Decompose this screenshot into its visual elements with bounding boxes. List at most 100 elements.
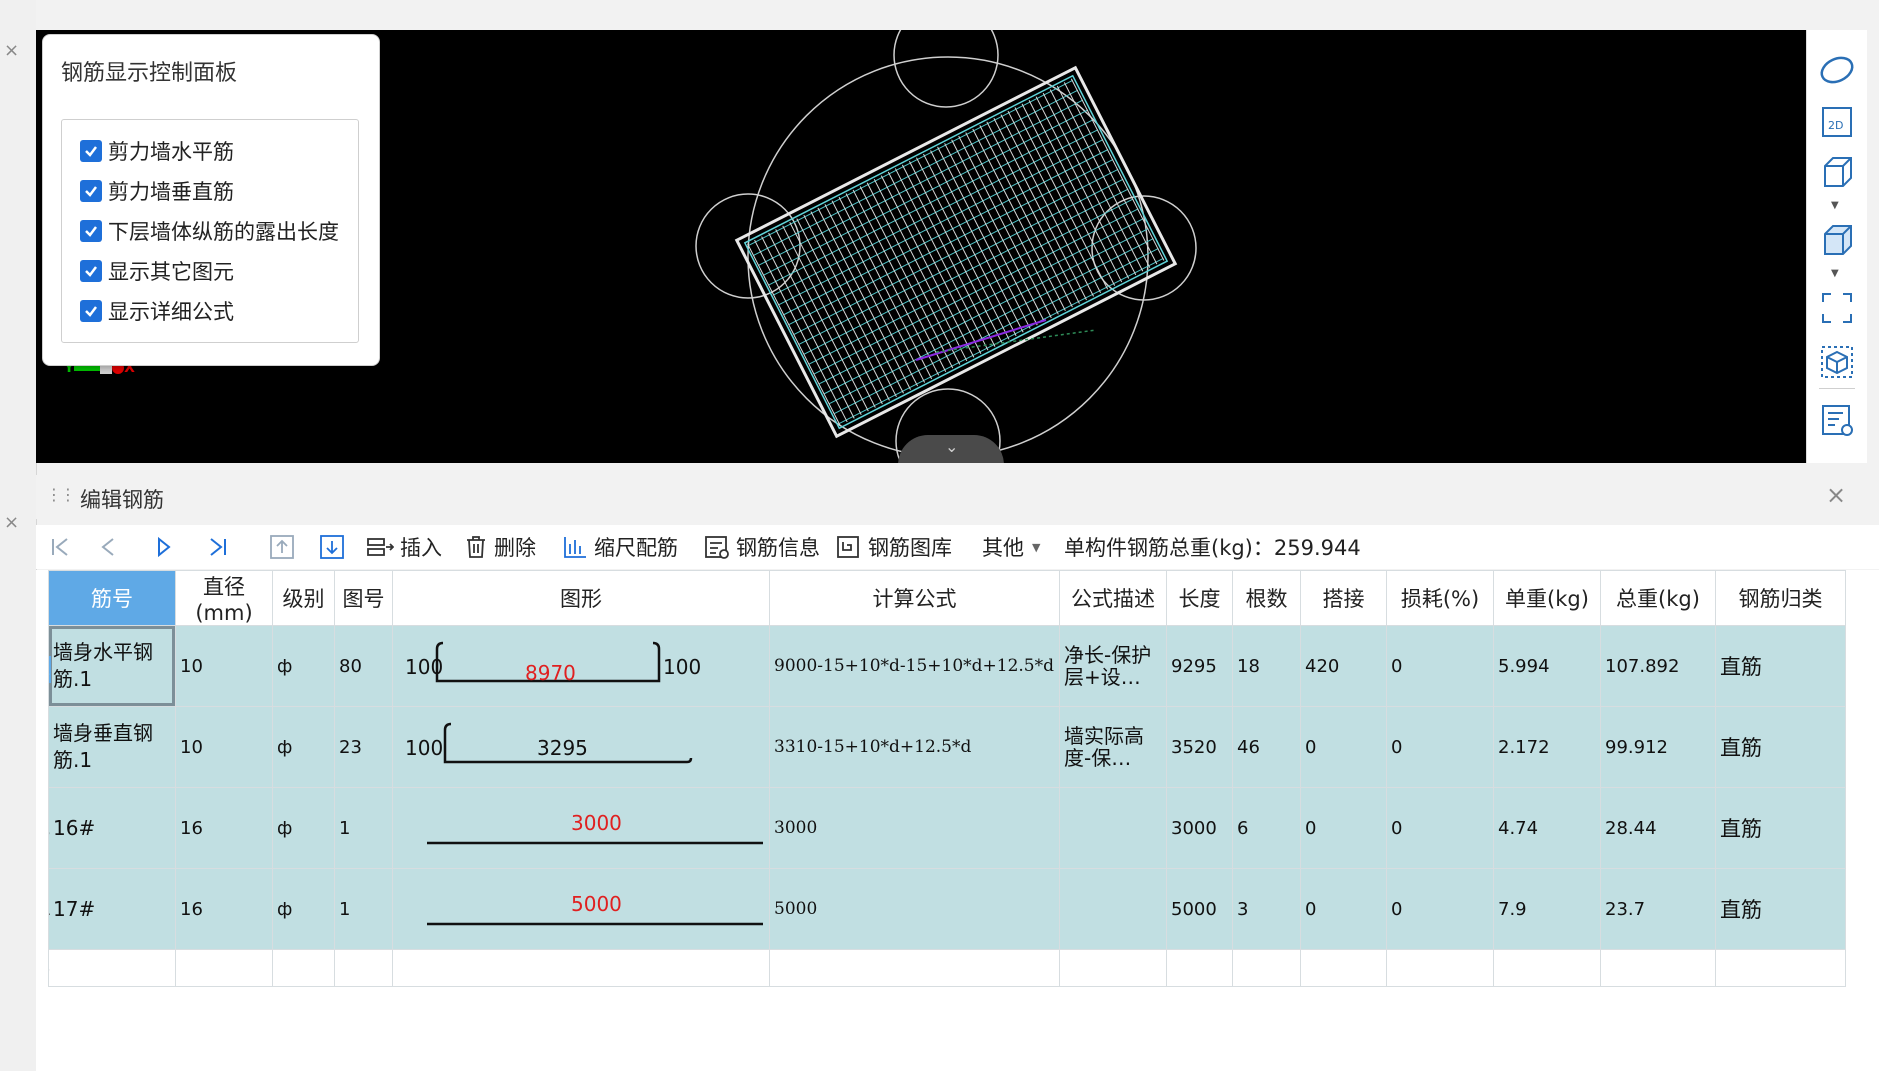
cell-rebar-name[interactable]: 5 (48, 949, 176, 987)
cell-diameter[interactable]: 10 (175, 625, 273, 707)
empty-cell[interactable] (1600, 949, 1716, 987)
cell-shape[interactable]: 5000 (392, 868, 770, 950)
cell-formula[interactable]: 3310-15+10*d+12.5*d (769, 706, 1060, 788)
empty-cell[interactable] (1715, 949, 1846, 987)
column-header[interactable]: 单重(kg) (1493, 570, 1601, 626)
move-down-button[interactable] (318, 525, 346, 569)
move-up-button[interactable] (268, 525, 296, 569)
cell-grade[interactable]: ф (272, 625, 335, 707)
cell-count[interactable]: 46 (1232, 706, 1301, 788)
cell-category[interactable]: 直筋 (1715, 787, 1846, 869)
cell-rebar-name[interactable]: 4 17# (48, 868, 176, 950)
checkbox-checked-icon[interactable] (80, 180, 102, 202)
first-record-button[interactable] (48, 525, 72, 569)
drag-handle-icon[interactable]: ⋮⋮ (46, 485, 76, 504)
column-header[interactable]: 钢筋归类 (1715, 570, 1846, 626)
cell-loss[interactable]: 0 (1386, 706, 1494, 788)
cell-diameter[interactable]: 16 (175, 868, 273, 950)
cell-rebar-name[interactable]: 3 16# (48, 787, 176, 869)
option-shear-wall-vertical[interactable]: 剪力墙垂直筋 (80, 176, 234, 206)
prev-record-button[interactable] (96, 525, 120, 569)
cell-rebar-name[interactable]: 1 墙身水平钢筋.1 (48, 625, 176, 707)
cell-shape[interactable]: 3000 (392, 787, 770, 869)
column-header[interactable]: 级别 (272, 570, 335, 626)
close-icon[interactable]: × (4, 512, 19, 533)
cell-category[interactable]: 直筋 (1715, 868, 1846, 950)
rebar-info-button[interactable]: 钢筋信息 (704, 525, 820, 569)
checkbox-checked-icon[interactable] (80, 140, 102, 162)
cell-lap[interactable]: 420 (1300, 625, 1387, 707)
cell-lap[interactable]: 0 (1300, 787, 1387, 869)
empty-cell[interactable] (334, 949, 393, 987)
cell-formula[interactable]: 9000-15+10*d-15+10*d+12.5*d (769, 625, 1060, 707)
view-3d-solid-icon[interactable] (1817, 220, 1857, 260)
cell-grade[interactable]: ф (272, 706, 335, 788)
column-header[interactable]: 总重(kg) (1600, 570, 1716, 626)
cell-category[interactable]: 直筋 (1715, 625, 1846, 707)
cell-length[interactable]: 3520 (1166, 706, 1233, 788)
column-header[interactable]: 计算公式 (769, 570, 1060, 626)
cell-grade[interactable]: ф (272, 868, 335, 950)
cell-length[interactable]: 9295 (1166, 625, 1233, 707)
empty-cell[interactable] (1493, 949, 1601, 987)
cell-figure-no[interactable]: 1 (334, 787, 393, 869)
cell-lap[interactable]: 0 (1300, 706, 1387, 788)
cell-formula-desc[interactable] (1059, 868, 1167, 950)
option-lower-wall-exposed-length[interactable]: 下层墙体纵筋的露出长度 (80, 216, 339, 246)
cell-count[interactable]: 3 (1232, 868, 1301, 950)
empty-cell[interactable] (1300, 949, 1387, 987)
table-row[interactable]: 1 墙身水平钢筋.1 10 ф 80 100 8970 100 9000-15+… (48, 625, 1846, 707)
cell-diameter[interactable]: 10 (175, 706, 273, 788)
cell-unit-weight[interactable]: 7.9 (1493, 868, 1601, 950)
empty-cell[interactable] (1232, 949, 1301, 987)
other-dropdown[interactable]: 其他 ▼ (982, 525, 1040, 569)
column-header[interactable]: 直径(mm) (175, 570, 273, 626)
cube-view-icon[interactable] (1817, 342, 1857, 382)
empty-cell[interactable] (272, 949, 335, 987)
cell-figure-no[interactable]: 80 (334, 625, 393, 707)
delete-button[interactable]: 删除 (464, 525, 536, 569)
view-2d-icon[interactable]: 2D (1817, 102, 1857, 142)
properties-view-icon[interactable] (1817, 400, 1857, 440)
insert-button[interactable]: 插入 (366, 525, 442, 569)
option-shear-wall-horizontal[interactable]: 剪力墙水平筋 (80, 136, 234, 166)
empty-cell[interactable] (769, 949, 1060, 987)
rebar-library-button[interactable]: 钢筋图库 (836, 525, 952, 569)
cell-grade[interactable]: ф (272, 787, 335, 869)
column-header[interactable]: 长度 (1166, 570, 1233, 626)
cell-formula-desc[interactable] (1059, 787, 1167, 869)
cell-count[interactable]: 18 (1232, 625, 1301, 707)
cell-figure-no[interactable]: 23 (334, 706, 393, 788)
cell-unit-weight[interactable]: 5.994 (1493, 625, 1601, 707)
table-row[interactable]: 3 16# 16 ф 1 3000 3000 3000 6 0 0 4 (48, 787, 1846, 869)
column-header[interactable]: 搭接 (1300, 570, 1387, 626)
cell-shape[interactable]: 100 3295 (392, 706, 770, 788)
empty-cell[interactable] (1386, 949, 1494, 987)
table-row[interactable]: 4 17# 16 ф 1 5000 5000 5000 3 0 0 7 (48, 868, 1846, 950)
table-row[interactable]: 2 墙身垂直钢筋.1 10 ф 23 100 3295 3310-15+10*d… (48, 706, 1846, 788)
cell-loss[interactable]: 0 (1386, 787, 1494, 869)
cell-formula-desc[interactable]: 墙实际高度-保… (1059, 706, 1167, 788)
close-icon[interactable]: × (4, 40, 19, 61)
checkbox-checked-icon[interactable] (80, 220, 102, 242)
column-header[interactable]: 损耗(%) (1386, 570, 1494, 626)
cell-formula-desc[interactable]: 净长-保护层+设… (1059, 625, 1167, 707)
cell-length[interactable]: 5000 (1166, 868, 1233, 950)
last-record-button[interactable] (206, 525, 230, 569)
cell-lap[interactable]: 0 (1300, 868, 1387, 950)
cell-figure-no[interactable]: 1 (334, 868, 393, 950)
cell-formula[interactable]: 5000 (769, 868, 1060, 950)
cell-loss[interactable]: 0 (1386, 868, 1494, 950)
cell-category[interactable]: 直筋 (1715, 706, 1846, 788)
column-header[interactable]: 图号 (334, 570, 393, 626)
orbit-icon[interactable] (1817, 50, 1857, 90)
cell-rebar-name[interactable]: 2 墙身垂直钢筋.1 (48, 706, 176, 788)
option-show-detailed-formula[interactable]: 显示详细公式 (80, 296, 234, 326)
cell-shape[interactable]: 100 8970 100 (392, 625, 770, 707)
cell-total-weight[interactable]: 107.892 (1600, 625, 1716, 707)
table-row-empty[interactable]: 5 (48, 949, 1846, 987)
checkbox-checked-icon[interactable] (80, 260, 102, 282)
column-header[interactable]: 筋号 (48, 570, 176, 626)
chevron-down-icon[interactable]: ▼ (1831, 200, 1839, 211)
close-icon[interactable]: × (1826, 481, 1846, 509)
